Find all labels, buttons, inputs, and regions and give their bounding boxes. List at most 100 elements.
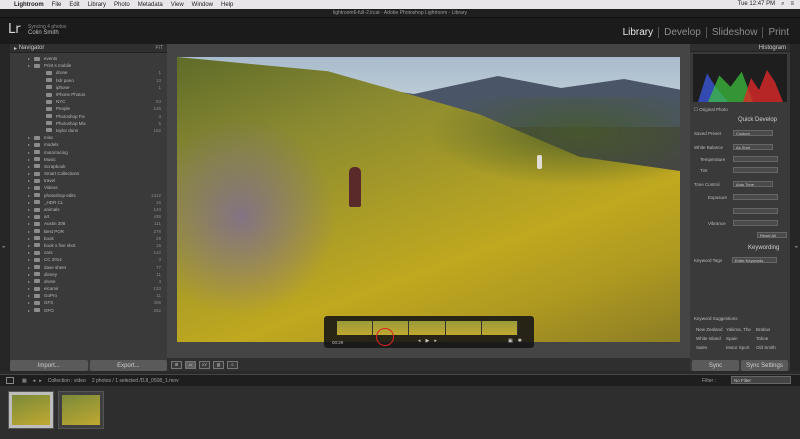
collection-item[interactable]: Photoshop Mix 5 [10, 120, 167, 127]
disclosure-triangle-icon[interactable]: ▸ [28, 150, 30, 155]
keyword-suggestion[interactable]: Spain [726, 336, 738, 341]
disclosure-triangle-icon[interactable]: ▸ [28, 63, 30, 68]
loupe-view-button[interactable]: ▭ [185, 360, 196, 369]
auto-tone-button[interactable]: Auto Tone [733, 181, 773, 187]
sync-settings-button[interactable]: Sync Settings [741, 360, 788, 371]
collection-item[interactable]: ▸ Austin 308 111 [10, 220, 167, 227]
collection-item[interactable]: iPhone Photos [10, 91, 167, 98]
keyword-suggestion[interactable]: Brabus [756, 327, 770, 332]
keyword-suggestion[interactable]: New Zealand [696, 327, 723, 332]
disclosure-triangle-icon[interactable]: ▸ [28, 214, 30, 219]
collection-item[interactable]: ▸ art 436 [10, 213, 167, 220]
collection-item[interactable]: ▸ dave sheet 77 [10, 263, 167, 270]
collection-item[interactable]: taylor dunn 152 [10, 127, 167, 134]
survey-view-button[interactable]: ▥ [213, 360, 224, 369]
secondary-window-icon[interactable] [6, 377, 14, 384]
menu-edit[interactable]: Edit [69, 2, 79, 8]
import-button[interactable]: Import... [10, 360, 88, 371]
module-library[interactable]: Library [618, 27, 659, 38]
filter-select[interactable]: No Filter [731, 376, 791, 384]
back-arrow-icon[interactable]: ◂ [33, 378, 36, 384]
collection-item[interactable]: Photoshop Fix 3 [10, 113, 167, 120]
sync-button[interactable]: Sync [692, 360, 739, 371]
collection-item[interactable]: hdr pano 13 [10, 77, 167, 84]
collection-info[interactable]: Collection : video [48, 378, 86, 384]
collection-item[interactable]: ▸ drone 3 [10, 278, 167, 285]
navigator-header[interactable]: ▸ Navigator FIT [10, 44, 167, 53]
disclosure-triangle-icon[interactable]: ▸ [28, 164, 30, 169]
disclosure-triangle-icon[interactable]: ▸ [28, 308, 30, 313]
collection-item[interactable]: ▸ Best POR 278 [10, 228, 167, 235]
menu-photo[interactable]: Photo [114, 2, 130, 8]
disclosure-triangle-icon[interactable]: ▸ [28, 221, 30, 226]
reset-all-button[interactable]: Reset All [757, 232, 787, 238]
collection-item[interactable]: ▸ motorracing [10, 148, 167, 155]
collection-item[interactable]: drone 1 [10, 69, 167, 76]
disclosure-triangle-icon[interactable]: ▸ [28, 229, 30, 234]
spotlight-icon[interactable]: ⌕ [781, 1, 784, 8]
filmstrip-thumb[interactable] [8, 391, 54, 429]
menu-list-icon[interactable]: ≡ [790, 1, 794, 8]
collection-item[interactable]: ▸ photoshop edits 1312 [10, 192, 167, 199]
capture-frame-icon[interactable]: ▣ [508, 338, 513, 344]
temperature-stepper[interactable] [733, 156, 778, 162]
disclosure-triangle-icon[interactable]: ▸ [28, 207, 30, 212]
disclosure-triangle-icon[interactable]: ▸ [28, 279, 30, 284]
disclosure-triangle-icon[interactable]: ▸ [28, 200, 30, 205]
collection-item[interactable]: ▸ GoPro 11 [10, 292, 167, 299]
collection-item[interactable]: iphone 1 [10, 84, 167, 91]
next-frame-icon[interactable]: ▸ [434, 338, 437, 344]
module-develop[interactable]: Develop [658, 27, 706, 38]
original-photo-checkbox[interactable]: ☐ Original Photo [694, 107, 728, 113]
collection-item[interactable]: ▸ book s five shot 15 [10, 242, 167, 249]
keywording-header[interactable]: Keywording [748, 245, 779, 251]
quick-develop-header[interactable]: Quick Develop [738, 117, 777, 123]
collection-item[interactable]: ▸ elcamir 133 [10, 285, 167, 292]
collection-item[interactable]: ▸ Print s mobile [10, 62, 167, 69]
collection-item[interactable]: ▸ animals 140 [10, 206, 167, 213]
keyword-suggestion[interactable]: Sales [696, 345, 707, 350]
collection-item[interactable]: ▸ book 25 [10, 235, 167, 242]
disclosure-triangle-icon[interactable]: ▸ [28, 257, 30, 262]
play-icon[interactable]: ▶ [426, 338, 430, 344]
keyword-suggestion[interactable]: Old Smith [756, 345, 776, 350]
menu-file[interactable]: File [52, 2, 62, 8]
video-playhead[interactable] [376, 328, 394, 346]
tint-stepper[interactable] [733, 167, 778, 173]
disclosure-triangle-icon[interactable]: ▸ [28, 193, 30, 198]
collection-item[interactable]: ▸ models [10, 141, 167, 148]
collection-item[interactable]: ▸ Smart Collections [10, 170, 167, 177]
disclosure-triangle-icon[interactable]: ▸ [28, 142, 30, 147]
collapse-left-icon[interactable]: ◂ [2, 244, 5, 250]
collection-item[interactable]: ▸ GFS 406 [10, 299, 167, 306]
collection-item[interactable]: ▸ disney 11 [10, 271, 167, 278]
module-print[interactable]: Print [762, 27, 794, 38]
collection-item[interactable]: ▸ travel [10, 177, 167, 184]
collection-item[interactable]: ▸ Scrapbook [10, 163, 167, 170]
collection-item[interactable]: ▸ _HDR CL 16 [10, 199, 167, 206]
people-view-button[interactable]: ☺ [227, 360, 238, 369]
export-button[interactable]: Export... [89, 360, 167, 371]
disclosure-triangle-icon[interactable]: ▸ [28, 300, 30, 305]
navigator-fit[interactable]: FIT [156, 45, 164, 51]
collection-item[interactable]: ▸ events [10, 55, 167, 62]
menu-app[interactable]: Lightroom [14, 2, 44, 8]
video-frame-strip[interactable] [337, 321, 519, 335]
forward-arrow-icon[interactable]: ▸ [39, 378, 42, 384]
histogram-header[interactable]: Histogram [690, 44, 790, 52]
disclosure-triangle-icon[interactable]: ▸ [28, 171, 30, 176]
menu-window[interactable]: Window [192, 2, 213, 8]
prev-frame-icon[interactable]: ◂ [418, 338, 421, 344]
grid-icon[interactable]: ▦ [22, 378, 27, 384]
disclosure-triangle-icon[interactable]: ▸ [28, 185, 30, 190]
menu-library[interactable]: Library [88, 2, 106, 8]
grid-view-button[interactable]: ⊞ [171, 360, 182, 369]
collection-item[interactable]: ▸ cars 142 [10, 249, 167, 256]
collection-item[interactable]: People 136 [10, 105, 167, 112]
collection-item[interactable]: ▸ GFO 262 [10, 307, 167, 314]
collection-item[interactable]: ▸ Videos [10, 184, 167, 191]
keyword-suggestion[interactable]: Yakima, The [726, 327, 751, 332]
menu-help[interactable]: Help [221, 2, 233, 8]
collection-item[interactable]: ▸ Music [10, 156, 167, 163]
menu-view[interactable]: View [171, 2, 184, 8]
